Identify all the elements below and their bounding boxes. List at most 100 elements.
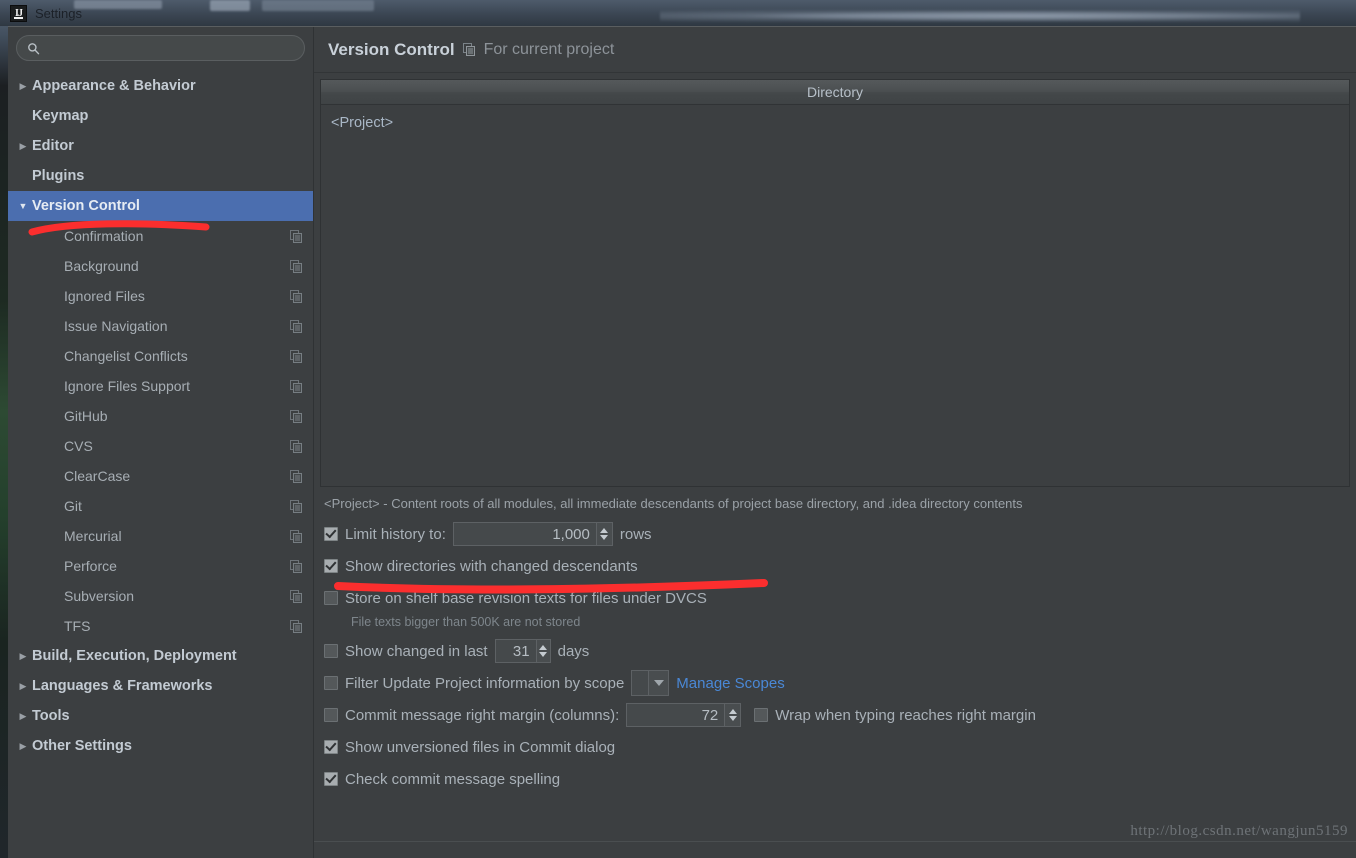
chevron-right-icon[interactable]: ▶: [14, 81, 32, 92]
copy-settings-icon[interactable]: [290, 229, 303, 243]
copy-settings-icon[interactable]: [290, 259, 303, 273]
sidebar-item-github[interactable]: GitHub: [8, 401, 313, 431]
show-changed-checkbox[interactable]: [324, 644, 338, 658]
sidebar-item-cvs[interactable]: CVS: [8, 431, 313, 461]
search-input[interactable]: [46, 39, 294, 57]
chevron-right-icon[interactable]: ▶: [14, 141, 32, 152]
sidebar-item-keymap[interactable]: Keymap: [8, 101, 313, 131]
sidebar-item-confirmation[interactable]: Confirmation: [8, 221, 313, 251]
copy-icon-holder[interactable]: [290, 289, 303, 303]
copy-settings-icon[interactable]: [290, 319, 303, 333]
copy-settings-icon[interactable]: [290, 439, 303, 453]
scope-select[interactable]: [631, 670, 670, 696]
show-directories-checkbox[interactable]: [324, 559, 338, 573]
option-commit-right-margin[interactable]: Commit message right margin (columns): 7…: [324, 699, 1346, 731]
chevron-right-icon[interactable]: ▶: [14, 681, 32, 692]
copy-icon-holder[interactable]: [290, 589, 303, 603]
show-changed-spinner[interactable]: 31: [494, 639, 551, 663]
copy-settings-icon[interactable]: [462, 43, 476, 56]
copy-settings-icon[interactable]: [290, 619, 303, 633]
copy-icon-holder[interactable]: [290, 349, 303, 363]
manage-scopes-link[interactable]: Manage Scopes: [676, 675, 784, 692]
table-row[interactable]: <Project>: [331, 115, 1349, 131]
sidebar-item-editor[interactable]: ▶ Editor: [8, 131, 313, 161]
copy-icon-holder[interactable]: [290, 409, 303, 423]
copy-settings-icon[interactable]: [290, 379, 303, 393]
copy-icon-holder[interactable]: [290, 499, 303, 513]
limit-history-value[interactable]: 1,000: [454, 523, 596, 545]
sidebar-item-issue-navigation[interactable]: Issue Navigation: [8, 311, 313, 341]
copy-icon-holder[interactable]: [290, 469, 303, 483]
commit-margin-spinner[interactable]: 72: [626, 703, 742, 727]
copy-settings-icon[interactable]: [290, 289, 303, 303]
copy-settings-icon[interactable]: [290, 499, 303, 513]
copy-settings-icon[interactable]: [290, 589, 303, 603]
sidebar-item-languages-frameworks[interactable]: ▶ Languages & Frameworks: [8, 671, 313, 701]
sidebar-item-other-settings[interactable]: ▶ Other Settings: [8, 731, 313, 761]
sidebar-item-subversion[interactable]: Subversion: [8, 581, 313, 611]
option-limit-history[interactable]: Limit history to: 1,000 rows: [324, 518, 1346, 550]
option-filter-by-scope[interactable]: Filter Update Project information by sco…: [324, 667, 1346, 699]
copy-settings-icon[interactable]: [290, 469, 303, 483]
option-check-spelling[interactable]: Check commit message spelling: [324, 763, 1346, 795]
chevron-up-icon[interactable]: [539, 645, 548, 650]
copy-icon-holder[interactable]: [290, 379, 303, 393]
option-show-changed-in-last[interactable]: Show changed in last 31 days: [324, 635, 1346, 667]
copy-settings-icon[interactable]: [290, 409, 303, 423]
sidebar-item-ignored-files[interactable]: Ignored Files: [8, 281, 313, 311]
commit-margin-checkbox[interactable]: [324, 708, 338, 722]
limit-history-checkbox[interactable]: [324, 527, 338, 541]
sidebar-item-ignore-files-support[interactable]: Ignore Files Support: [8, 371, 313, 401]
copy-icon-holder[interactable]: [290, 529, 303, 543]
sidebar-item-clearcase[interactable]: ClearCase: [8, 461, 313, 491]
sidebar-item-changelist-conflicts[interactable]: Changelist Conflicts: [8, 341, 313, 371]
chevron-right-icon[interactable]: ▶: [14, 741, 32, 752]
filter-scope-checkbox[interactable]: [324, 676, 338, 690]
option-store-on-shelf[interactable]: Store on shelf base revision texts for f…: [324, 582, 1346, 614]
copy-icon-holder[interactable]: [290, 439, 303, 453]
wrap-typing-checkbox[interactable]: [754, 708, 769, 722]
copy-icon-holder[interactable]: [290, 259, 303, 273]
sidebar-item-perforce[interactable]: Perforce: [8, 551, 313, 581]
chevron-up-icon[interactable]: [728, 709, 737, 714]
check-spelling-checkbox[interactable]: [324, 772, 338, 786]
chevron-right-icon[interactable]: ▶: [14, 711, 32, 722]
chevron-right-icon[interactable]: ▶: [14, 651, 32, 662]
chevron-down-icon[interactable]: [728, 716, 737, 721]
chevron-down-icon[interactable]: ▼: [14, 201, 32, 211]
sidebar-item-version-control[interactable]: ▼ Version Control: [8, 191, 313, 221]
sidebar-item-tools[interactable]: ▶ Tools: [8, 701, 313, 731]
sidebar-item-plugins[interactable]: Plugins: [8, 161, 313, 191]
show-changed-stepper[interactable]: [535, 640, 550, 662]
show-changed-value[interactable]: 31: [496, 640, 536, 662]
sidebar-item-label: Subversion: [64, 588, 135, 604]
copy-icon-holder[interactable]: [290, 229, 303, 243]
scope-select-button[interactable]: [648, 671, 669, 695]
option-show-directories[interactable]: Show directories with changed descendant…: [324, 550, 1346, 582]
limit-history-spinner[interactable]: 1,000: [452, 522, 613, 546]
sidebar-item-git[interactable]: Git: [8, 491, 313, 521]
sidebar-item-background[interactable]: Background: [8, 251, 313, 281]
chevron-down-icon[interactable]: [600, 535, 609, 540]
copy-icon-holder[interactable]: [290, 559, 303, 573]
chevron-down-icon[interactable]: [539, 652, 548, 657]
copy-icon-holder[interactable]: [290, 619, 303, 633]
sidebar-item-mercurial[interactable]: Mercurial: [8, 521, 313, 551]
show-unversioned-checkbox[interactable]: [324, 740, 338, 754]
copy-settings-icon[interactable]: [290, 529, 303, 543]
limit-history-stepper[interactable]: [595, 523, 612, 545]
sidebar-item-appearance-behavior[interactable]: ▶ Appearance & Behavior: [8, 71, 313, 101]
option-show-unversioned[interactable]: Show unversioned files in Commit dialog: [324, 731, 1346, 763]
copy-settings-icon[interactable]: [290, 349, 303, 363]
directory-table-body[interactable]: <Project>: [321, 105, 1349, 486]
copy-icon-holder[interactable]: [290, 319, 303, 333]
copy-settings-icon[interactable]: [290, 559, 303, 573]
search-box[interactable]: [16, 35, 305, 61]
commit-margin-value[interactable]: 72: [627, 704, 724, 726]
store-on-shelf-checkbox[interactable]: [324, 591, 338, 605]
commit-margin-stepper[interactable]: [724, 704, 741, 726]
sidebar-item-tfs[interactable]: TFS: [8, 611, 313, 641]
chevron-up-icon[interactable]: [600, 528, 609, 533]
directory-column-header[interactable]: Directory: [321, 80, 1349, 105]
sidebar-item-build-execution-deployment[interactable]: ▶ Build, Execution, Deployment: [8, 641, 313, 671]
